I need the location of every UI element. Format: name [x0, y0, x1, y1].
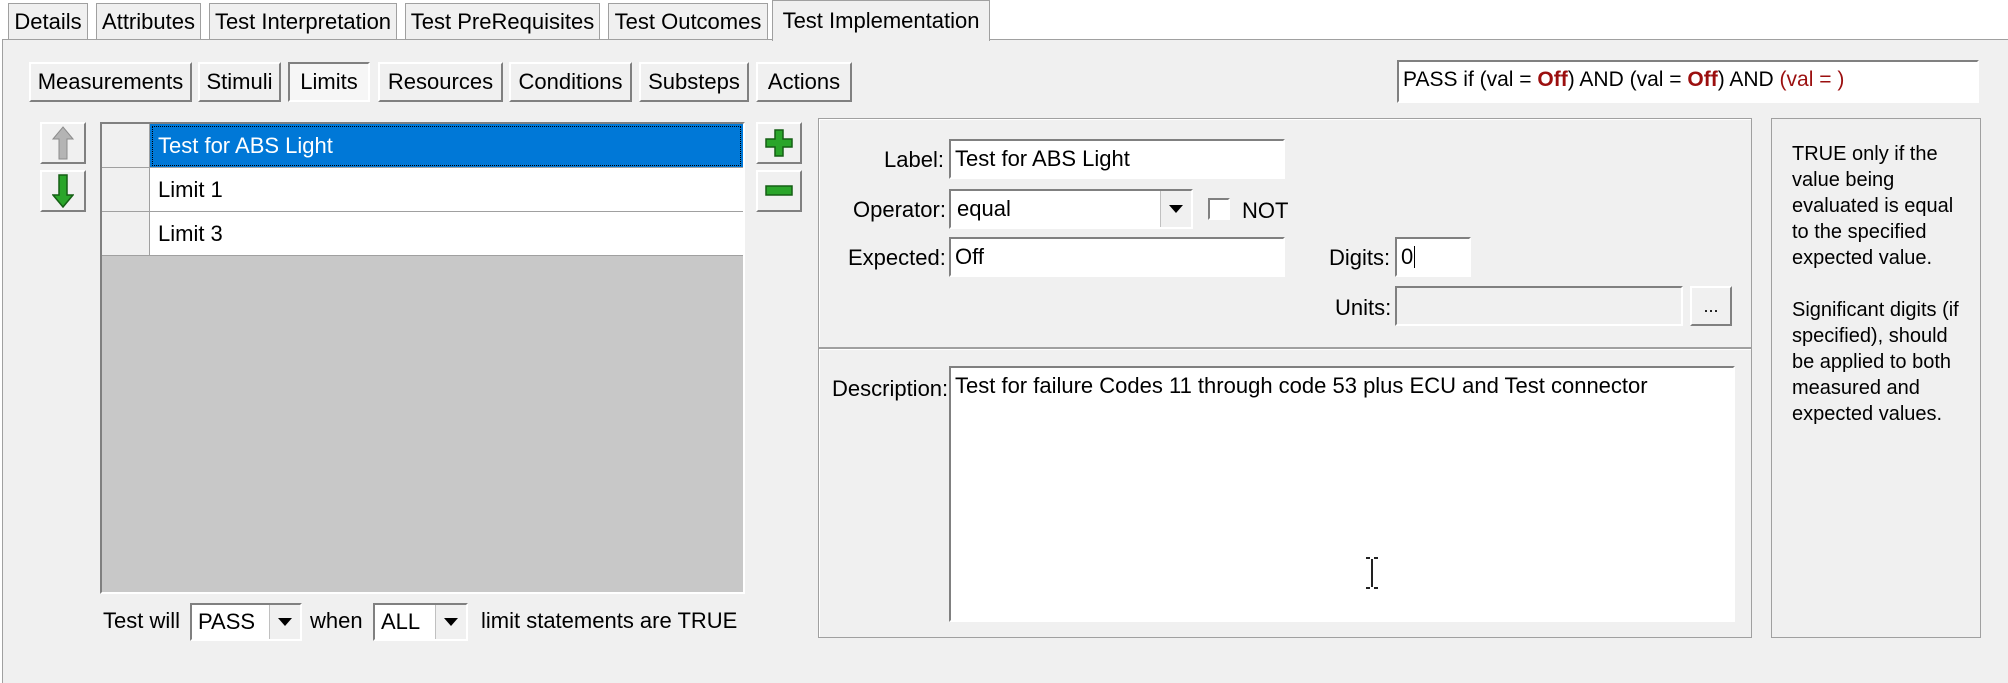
formula-text: ) AND — [1717, 68, 1780, 91]
limits-grid[interactable]: Test for ABS Light Limit 1 Limit 3 — [100, 122, 745, 594]
subtab-actions[interactable]: Actions — [756, 62, 852, 102]
row-header[interactable] — [102, 212, 150, 256]
help-paragraph: TRUE only if the value being evaluated i… — [1792, 143, 1954, 269]
pass-fail-select[interactable]: PASS — [190, 603, 302, 641]
subtab-stimuli[interactable]: Stimuli — [198, 62, 281, 102]
row-header[interactable] — [102, 168, 150, 212]
operator-select[interactable]: equal — [949, 189, 1193, 229]
move-up-button[interactable] — [40, 122, 86, 164]
expected-field[interactable]: Off — [949, 237, 1285, 277]
tab-test-outcomes[interactable]: Test Outcomes — [608, 3, 768, 40]
pass-formula-display: PASS if (val = Off) AND (val = Off) AND … — [1397, 60, 1979, 103]
test-will-label: Test will — [103, 608, 181, 633]
limit-cell[interactable]: Test for ABS Light — [150, 124, 743, 168]
not-label: NOT — [1242, 198, 1289, 223]
units-caption: Units: — [1335, 295, 1392, 320]
digits-field-value: 0 — [1401, 244, 1414, 269]
tab-strip: Details Attributes Test Interpretation T… — [0, 0, 2008, 41]
tab-test-interpretation[interactable]: Test Interpretation — [209, 3, 397, 40]
help-paragraph: Significant digits (if specified), shoul… — [1792, 299, 1959, 425]
limit-cell[interactable]: Limit 3 — [150, 212, 743, 256]
operator-caption: Operator: — [853, 197, 946, 222]
chevron-down-icon[interactable] — [435, 605, 466, 639]
limit-row[interactable]: Limit 1 — [102, 168, 743, 212]
label-field[interactable]: Test for ABS Light — [949, 139, 1285, 179]
subtab-measurements[interactable]: Measurements — [29, 62, 192, 102]
limit-row[interactable]: Limit 3 — [102, 212, 743, 256]
expected-caption: Expected: — [848, 245, 946, 270]
description-text: Test for failure Codes 11 through code 5… — [955, 373, 1648, 398]
label-caption: Label: — [884, 147, 944, 172]
text-cursor — [1414, 246, 1416, 268]
all-any-select[interactable]: ALL — [373, 603, 468, 641]
pass-fail-value: PASS — [198, 609, 256, 634]
formula-text: ) AND (val = — [1567, 68, 1688, 91]
tab-details[interactable]: Details — [8, 3, 88, 40]
subtab-conditions[interactable]: Conditions — [509, 62, 632, 102]
move-down-button[interactable] — [40, 170, 86, 212]
digits-caption: Digits: — [1329, 245, 1391, 270]
description-textarea[interactable]: Test for failure Codes 11 through code 5… — [949, 366, 1735, 622]
operator-help-panel: TRUE only if the value being evaluated i… — [1771, 118, 1981, 638]
limit-row[interactable]: Test for ABS Light — [102, 124, 743, 168]
formula-text: PASS if (val = — [1403, 68, 1538, 91]
plus-icon — [765, 129, 793, 157]
operator-value: equal — [957, 196, 1011, 221]
units-field[interactable] — [1395, 286, 1683, 326]
not-checkbox[interactable] — [1208, 198, 1230, 220]
chevron-down-icon[interactable] — [1160, 191, 1191, 227]
digits-field[interactable]: 0 — [1395, 237, 1471, 277]
tab-test-prerequisites[interactable]: Test PreRequisites — [405, 3, 600, 40]
text-cursor-icon — [1366, 557, 1378, 589]
formula-value: Off — [1687, 68, 1718, 91]
units-browse-button[interactable]: ... — [1690, 286, 1732, 326]
limit-statements-label: limit statements are TRUE — [481, 608, 738, 633]
when-label: when — [310, 608, 363, 633]
subtab-limits[interactable]: Limits — [288, 62, 370, 102]
minus-icon — [765, 185, 793, 196]
chevron-down-icon[interactable] — [269, 605, 300, 639]
tab-test-implementation[interactable]: Test Implementation — [772, 0, 990, 41]
description-caption: Description: — [832, 376, 949, 401]
row-header[interactable] — [102, 124, 150, 168]
formula-tail: (val = ) — [1779, 68, 1845, 91]
all-any-value: ALL — [381, 609, 421, 634]
arrow-down-icon — [52, 174, 74, 208]
label-field-value: Test for ABS Light — [955, 146, 1130, 171]
tab-attributes[interactable]: Attributes — [96, 3, 201, 40]
subtab-resources[interactable]: Resources — [378, 62, 503, 102]
remove-limit-button[interactable] — [756, 170, 802, 212]
arrow-up-icon — [52, 126, 74, 160]
subtab-substeps[interactable]: Substeps — [639, 62, 749, 102]
limit-cell[interactable]: Limit 1 — [150, 168, 743, 212]
add-limit-button[interactable] — [756, 122, 802, 164]
expected-field-value: Off — [955, 244, 984, 269]
units-browse-label: ... — [1703, 295, 1719, 316]
formula-value: Off — [1537, 68, 1568, 91]
